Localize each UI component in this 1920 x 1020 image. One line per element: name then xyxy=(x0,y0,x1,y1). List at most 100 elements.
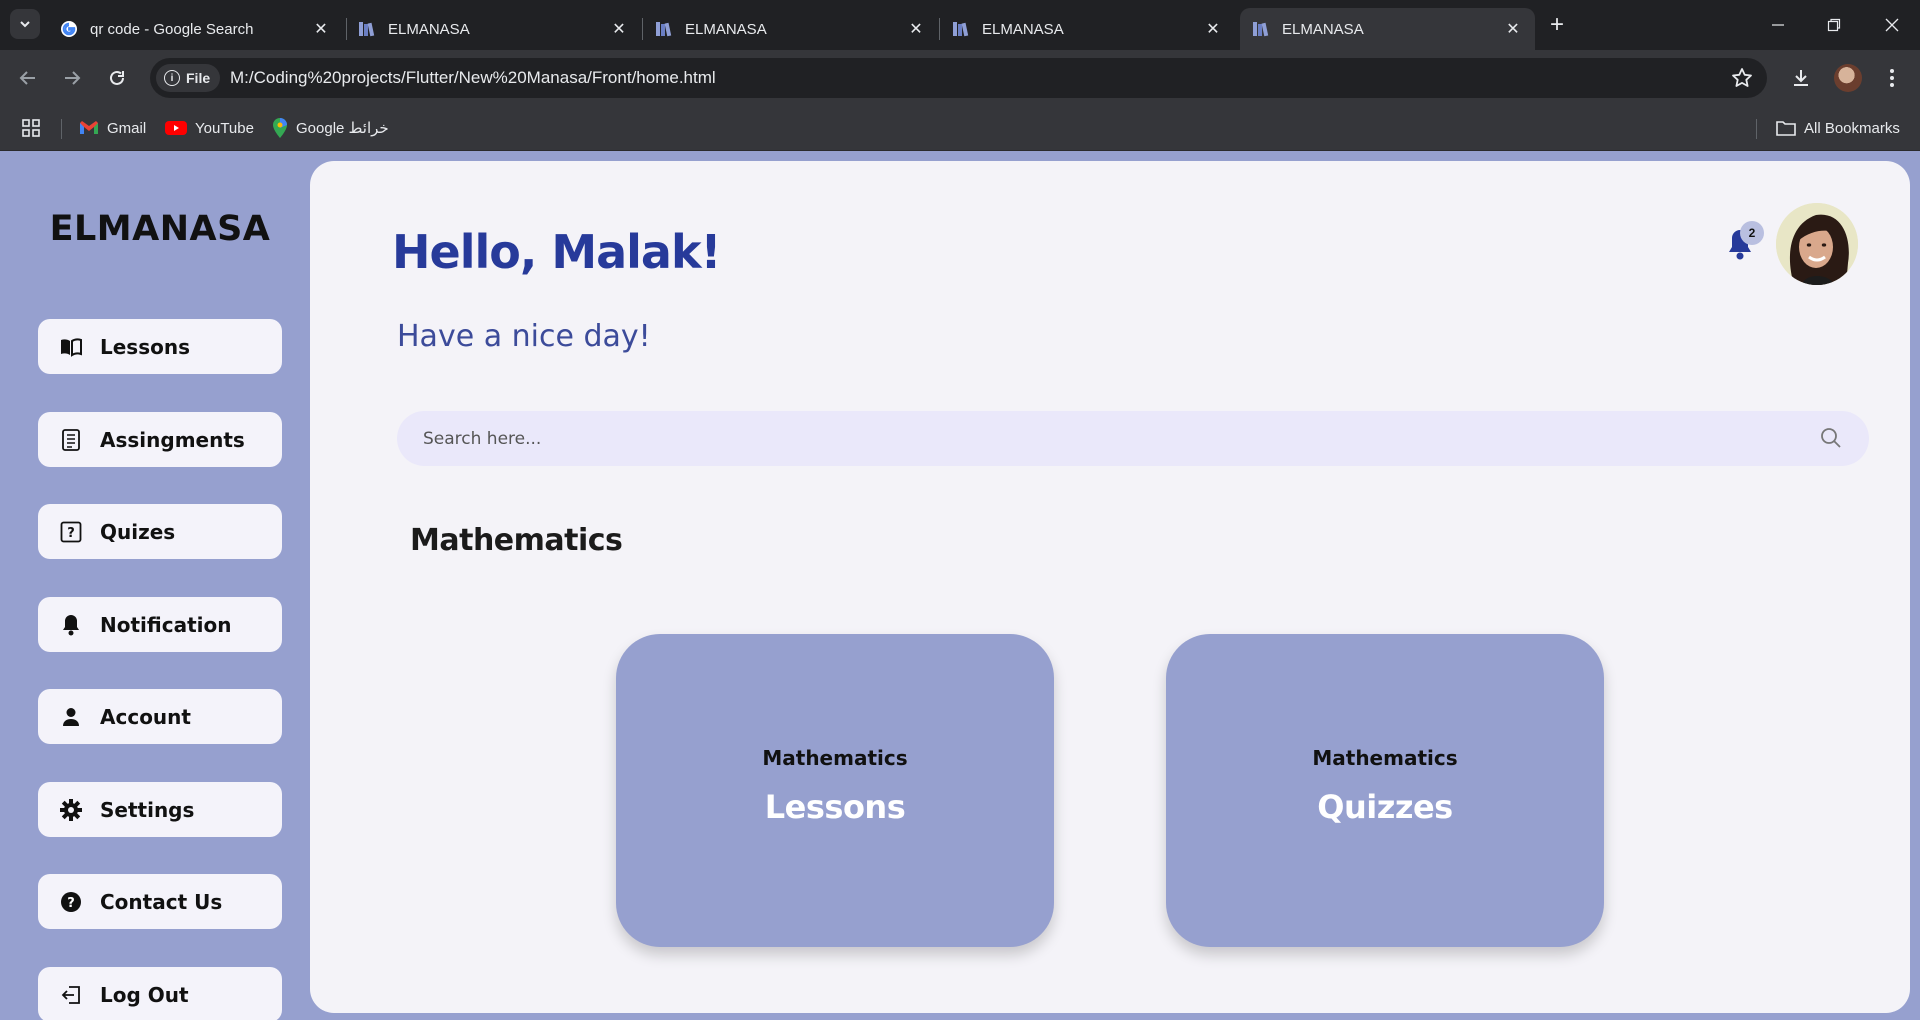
all-bookmarks-button[interactable]: All Bookmarks xyxy=(1776,116,1900,140)
youtube-icon xyxy=(165,120,187,136)
sidebar-item-contact-us[interactable]: ? Contact Us xyxy=(38,874,282,929)
google-icon xyxy=(60,20,78,38)
address-bar[interactable]: i File M:/Coding%20projects/Flutter/New%… xyxy=(150,58,1767,98)
greeting-subtitle: Have a nice day! xyxy=(397,319,651,354)
tab-elmanasa-1[interactable]: ELMANASA ✕ xyxy=(346,8,641,50)
sidebar-item-label: Lessons xyxy=(100,334,190,359)
bookmark-label: Gmail xyxy=(107,119,147,137)
sidebar-item-notification[interactable]: Notification xyxy=(38,597,282,652)
gmail-icon xyxy=(79,120,99,136)
restore-button[interactable] xyxy=(1814,10,1854,40)
maps-icon xyxy=(272,118,288,138)
page-viewport: ELMANASA Lessons Assingments ? Quizes No… xyxy=(0,151,1920,1020)
apps-button[interactable] xyxy=(22,116,40,140)
bookmarks-bar: Gmail YouTube Google خرائط All Bookmarks xyxy=(0,106,1920,151)
tab-google-search[interactable]: qr code - Google Search ✕ xyxy=(48,8,343,50)
chevron-down-icon xyxy=(20,21,30,28)
sidebar-item-label: Log Out xyxy=(100,982,189,1007)
bookmark-gmail[interactable]: Gmail xyxy=(79,116,146,140)
sidebar-item-label: Account xyxy=(100,704,191,729)
brand-logo-text: ELMANASA xyxy=(49,209,271,249)
downloads-button[interactable] xyxy=(1787,64,1815,92)
greeting-title: Hello, Malak! xyxy=(392,225,722,279)
sidebar-item-label: Settings xyxy=(100,797,195,822)
back-button[interactable] xyxy=(14,64,42,92)
bookmark-divider xyxy=(1756,119,1757,139)
svg-text:?: ? xyxy=(67,896,75,911)
bookmark-youtube[interactable]: YouTube xyxy=(165,116,254,140)
sidebar-item-label: Quizes xyxy=(100,519,176,544)
books-icon xyxy=(655,20,673,38)
arrow-left-icon xyxy=(19,71,35,85)
sidebar-item-label: Assingments xyxy=(100,427,245,452)
question-icon: ? xyxy=(60,521,82,543)
star-icon[interactable] xyxy=(1731,67,1753,89)
site-info-label: File xyxy=(186,70,211,86)
gear-icon xyxy=(60,798,82,821)
help-icon: ? xyxy=(60,891,82,913)
minimize-button[interactable] xyxy=(1758,10,1798,40)
user-icon xyxy=(60,706,82,728)
books-icon xyxy=(358,20,376,38)
browser-menu-button[interactable] xyxy=(1878,64,1906,92)
restore-icon xyxy=(1827,18,1841,32)
tab-elmanasa-2[interactable]: ELMANASA ✕ xyxy=(643,8,938,50)
sidebar-item-account[interactable]: Account xyxy=(38,689,282,744)
forward-button[interactable] xyxy=(58,64,86,92)
close-icon[interactable]: ✕ xyxy=(609,19,629,39)
logout-icon xyxy=(60,984,82,1006)
download-icon xyxy=(1794,70,1808,86)
new-tab-button[interactable]: + xyxy=(1543,12,1571,40)
book-icon xyxy=(60,336,82,358)
card-subtitle: Mathematics xyxy=(762,745,908,770)
browser-toolbar: i File M:/Coding%20projects/Flutter/New%… xyxy=(0,50,1920,106)
close-icon[interactable]: ✕ xyxy=(311,19,331,39)
close-icon xyxy=(1885,18,1899,32)
bell-icon xyxy=(60,614,82,636)
svg-text:?: ? xyxy=(67,526,75,541)
card-lessons[interactable]: Mathematics Lessons xyxy=(616,634,1054,947)
search-bar xyxy=(397,411,1869,466)
sidebar-item-assingments[interactable]: Assingments xyxy=(38,412,282,467)
tab-title: qr code - Google Search xyxy=(90,20,254,38)
search-input[interactable] xyxy=(423,411,1803,466)
books-icon xyxy=(1252,20,1270,38)
tab-elmanasa-active[interactable]: ELMANASA ✕ xyxy=(1240,8,1535,50)
tab-title: ELMANASA xyxy=(685,20,767,38)
arrow-right-icon xyxy=(65,71,81,85)
search-icon[interactable] xyxy=(1819,426,1843,450)
close-icon[interactable]: ✕ xyxy=(1503,19,1523,39)
sidebar-item-settings[interactable]: Settings xyxy=(38,782,282,837)
sidebar-item-quizes[interactable]: ? Quizes xyxy=(38,504,282,559)
sidebar-item-label: Notification xyxy=(100,612,232,637)
section-title: Mathematics xyxy=(410,523,623,558)
tab-search-button[interactable] xyxy=(10,9,40,39)
card-quizzes[interactable]: Mathematics Quizzes xyxy=(1166,634,1604,947)
tab-title: ELMANASA xyxy=(388,20,470,38)
card-subtitle: Mathematics xyxy=(1312,745,1458,770)
user-avatar[interactable] xyxy=(1776,203,1858,285)
sidebar-item-lessons[interactable]: Lessons xyxy=(38,319,282,374)
url-text[interactable]: M:/Coding%20projects/Flutter/New%20Manas… xyxy=(230,68,716,88)
close-icon[interactable]: ✕ xyxy=(906,19,926,39)
profile-avatar[interactable] xyxy=(1834,64,1862,92)
site-info-chip[interactable]: i File xyxy=(156,64,221,92)
reload-icon xyxy=(110,70,124,85)
tab-strip: qr code - Google Search ✕ ELMANASA ✕ ELM… xyxy=(0,0,1920,50)
tab-title: ELMANASA xyxy=(1282,20,1364,38)
folder-icon xyxy=(1776,120,1796,136)
close-window-button[interactable] xyxy=(1872,10,1912,40)
close-icon[interactable]: ✕ xyxy=(1203,19,1223,39)
tab-title: ELMANASA xyxy=(982,20,1064,38)
list-icon xyxy=(60,428,82,451)
all-bookmarks-label: All Bookmarks xyxy=(1804,119,1900,137)
notification-count-badge: 2 xyxy=(1740,221,1764,245)
sidebar-item-log-out[interactable]: Log Out xyxy=(38,967,282,1020)
card-title: Quizzes xyxy=(1317,787,1453,826)
main-panel: Hello, Malak! Have a nice day! 2 Mathema… xyxy=(310,161,1910,1013)
reload-button[interactable] xyxy=(103,64,131,92)
bookmark-maps[interactable]: Google خرائط xyxy=(272,116,389,140)
bookmark-divider xyxy=(61,119,62,139)
tab-elmanasa-3[interactable]: ELMANASA ✕ xyxy=(940,8,1235,50)
info-icon: i xyxy=(164,70,180,86)
